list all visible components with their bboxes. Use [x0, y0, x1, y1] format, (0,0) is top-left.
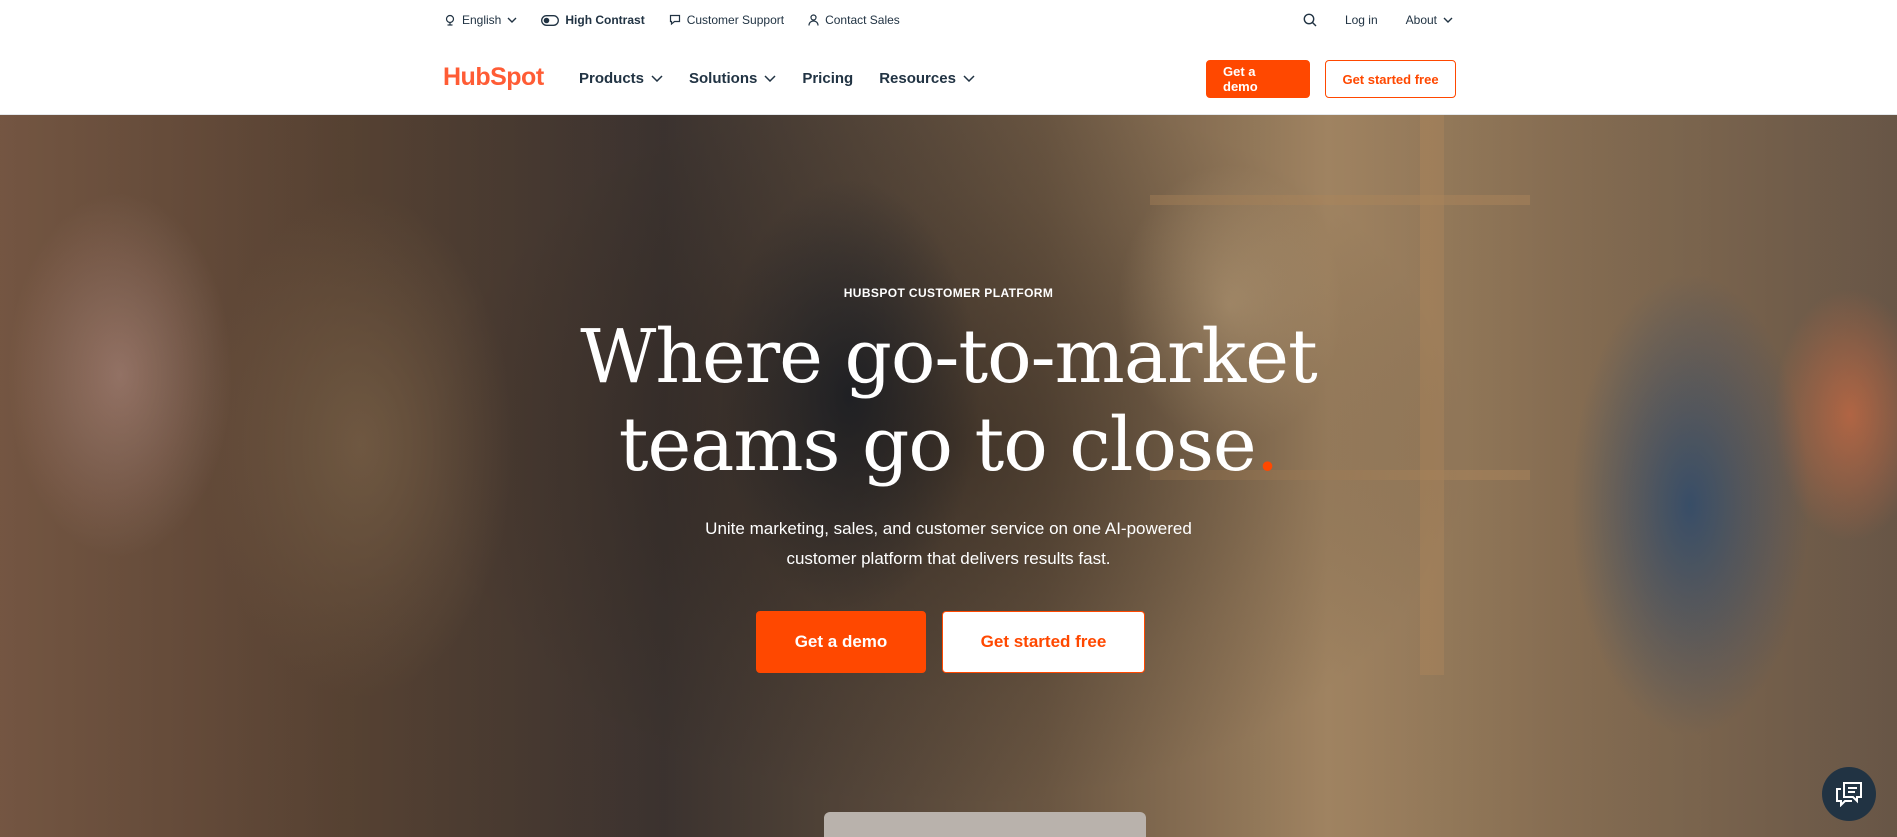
headline-line-2: teams go to close	[618, 402, 1257, 488]
globe-icon	[445, 14, 455, 26]
utility-left: English High Contrast Customer Support C…	[444, 11, 924, 29]
hero-get-started-free-button[interactable]: Get started free	[942, 611, 1145, 673]
nav-resources[interactable]: Resources	[879, 68, 975, 88]
about-menu[interactable]: About	[1406, 11, 1453, 29]
logo-text: HubSpot	[443, 62, 544, 91]
about-label: About	[1405, 13, 1437, 27]
nav-pricing-label: Pricing	[802, 69, 854, 87]
search-button[interactable]	[1303, 11, 1317, 29]
subhead-line-2: customer platform that delivers results …	[786, 549, 1111, 568]
headline-line-1: Where go-to-market	[580, 314, 1317, 400]
chevron-down-icon	[1443, 17, 1453, 23]
log-in-label: Log in	[1344, 13, 1378, 27]
chat-launcher-button[interactable]	[1822, 767, 1876, 821]
chevron-down-icon	[507, 17, 517, 23]
chevron-down-icon	[764, 74, 776, 82]
hubspot-logo[interactable]: HubSpot	[443, 62, 544, 92]
nav-pricing[interactable]: Pricing	[802, 68, 853, 88]
hero-get-demo-button[interactable]: Get a demo	[756, 611, 926, 673]
chat-icon	[1836, 782, 1862, 807]
nav-solutions-label: Solutions	[689, 69, 758, 87]
nav-get-demo-button[interactable]: Get a demo	[1206, 60, 1310, 98]
chevron-down-icon	[963, 74, 975, 82]
log-in-link[interactable]: Log in	[1345, 11, 1378, 29]
hero-cta: Get a demo Get started free	[756, 611, 1145, 673]
subhead-line-1: Unite marketing, sales, and customer ser…	[705, 519, 1192, 538]
nav-get-started-free-button[interactable]: Get started free	[1325, 60, 1456, 98]
nav-products[interactable]: Products	[579, 68, 663, 88]
utility-bar: English High Contrast Customer Support C…	[0, 0, 1897, 40]
language-label: English	[462, 13, 502, 27]
language-selector[interactable]: English	[444, 11, 517, 29]
customer-support-link[interactable]: Customer Support	[669, 11, 784, 29]
nav-solutions[interactable]: Solutions	[689, 68, 776, 88]
nav-products-label: Products	[579, 69, 645, 87]
chat-bubble-icon	[669, 14, 680, 26]
laptop-image	[824, 812, 1146, 837]
utility-right: Log in About	[1303, 11, 1453, 29]
nav-cta: Get a demo Get started free	[1206, 60, 1456, 98]
nav-links: Products Solutions Pricing Resources	[579, 68, 1001, 88]
headline-line-2-wrap: teams go to close.	[0, 401, 1897, 489]
hero-headline: Where go-to-market teams go to close.	[0, 313, 1897, 489]
customer-support-label: Customer Support	[686, 13, 785, 27]
person-icon	[808, 14, 819, 26]
nav-resources-label: Resources	[879, 69, 956, 87]
contact-sales-link[interactable]: Contact Sales	[808, 11, 900, 29]
high-contrast-toggle[interactable]: High Contrast	[541, 11, 645, 29]
hero-section: HUBSPOT CUSTOMER PLATFORM Where go-to-ma…	[0, 115, 1897, 837]
high-contrast-label: High Contrast	[565, 13, 645, 27]
headline-dot: .	[1255, 402, 1280, 488]
hero-subhead: Unite marketing, sales, and customer ser…	[0, 514, 1897, 574]
hero-eyebrow: HUBSPOT CUSTOMER PLATFORM	[843, 286, 1054, 300]
search-icon	[1303, 13, 1317, 27]
contact-sales-label: Contact Sales	[825, 13, 900, 27]
main-nav: HubSpot Products Solutions Pricing Resou…	[0, 40, 1897, 115]
toggle-icon	[541, 14, 560, 26]
chevron-down-icon	[651, 74, 663, 82]
